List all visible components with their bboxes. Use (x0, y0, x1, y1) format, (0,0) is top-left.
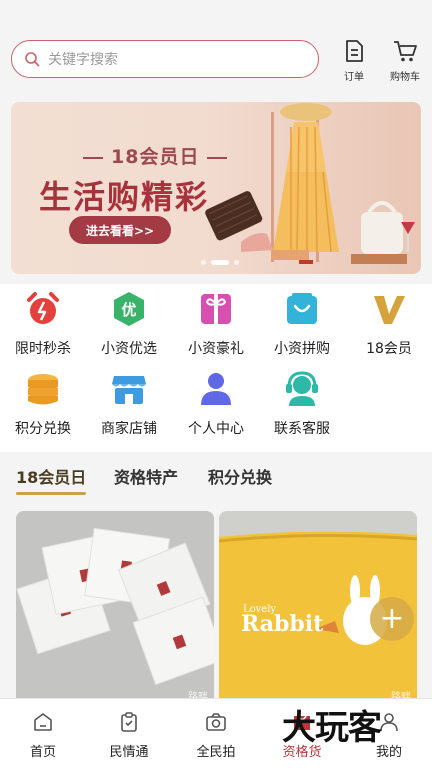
document-icon (346, 40, 363, 62)
search-input[interactable]: 关键字搜索 (11, 40, 319, 78)
tab-points-exchange[interactable]: 积分兑换 (208, 464, 272, 488)
v-icon (374, 296, 405, 324)
tabbar-label: 全民拍 (196, 745, 236, 760)
feature-personal-center[interactable]: 个人中心 (173, 366, 259, 446)
coins-icon (28, 374, 58, 405)
search-icon (25, 52, 40, 67)
you-badge-icon: 优 (114, 292, 144, 326)
shopping-bag-icon (287, 293, 317, 324)
alarm-clock-icon (27, 292, 59, 324)
promo-banner[interactable]: 18会员日 生活购精彩 进去看看>> (11, 102, 421, 274)
orders-button[interactable]: 订单 (331, 38, 377, 84)
product-card[interactable]: 路畔 (16, 511, 214, 711)
user-icon (380, 713, 398, 732)
store-icon (112, 376, 146, 404)
headset-icon (286, 371, 318, 406)
person-icon (201, 373, 231, 405)
cart-icon (394, 41, 417, 62)
cart-button[interactable]: 购物车 (382, 38, 428, 84)
pagination-dot (201, 260, 206, 265)
brand-title: Rabbit (241, 611, 324, 637)
feature-label: 小资豪礼 (188, 341, 244, 357)
feature-flash-sale[interactable]: 限时秒杀 (0, 286, 86, 366)
top-bar: 关键字搜索 订单 购物车 (0, 28, 432, 92)
brand-watermark: 大玩客 (282, 708, 382, 748)
camera-icon (206, 713, 226, 731)
tabbar-label: 首页 (29, 745, 56, 760)
cart-label: 购物车 (390, 72, 420, 83)
tabbar-photo-report[interactable]: 全民拍 (176, 711, 256, 760)
clipboard-icon (121, 712, 137, 732)
pagination-dot-active (211, 260, 229, 265)
gift-icon (201, 294, 231, 324)
banner-title: 生活购精彩 (39, 178, 210, 216)
feature-premium-select[interactable]: 优 小资优选 (86, 286, 172, 366)
product-image-sachets (16, 511, 214, 711)
feature-label: 积分兑换 (15, 421, 71, 437)
svg-text:优: 优 (121, 301, 136, 319)
tab-qualified-specialty[interactable]: 资格特产 (114, 464, 178, 488)
banner-pagination (201, 260, 239, 265)
tabbar-label: 民情通 (109, 745, 149, 760)
feature-customer-service[interactable]: 联系客服 (259, 366, 345, 446)
tabbar-home[interactable]: 首页 (3, 711, 83, 760)
tabbar-public-opinion[interactable]: 民情通 (89, 711, 169, 760)
feature-merchant-store[interactable]: 商家店铺 (86, 366, 172, 446)
feature-label: 商家店铺 (101, 421, 157, 437)
banner-enter-button[interactable]: 进去看看>> (69, 216, 171, 244)
add-floating-button[interactable]: + (370, 597, 414, 641)
banner-products-illustration (205, 103, 415, 264)
feature-label: 限时秒杀 (15, 341, 71, 357)
feature-18-member[interactable]: 18会员 (346, 286, 432, 366)
feature-label: 联系客服 (274, 421, 330, 437)
feature-luxury-gift[interactable]: 小资豪礼 (173, 286, 259, 366)
feature-label: 18会员 (366, 341, 412, 357)
feature-group-buy[interactable]: 小资拼购 (259, 286, 345, 366)
feature-points-exchange[interactable]: 积分兑换 (0, 366, 86, 446)
tab-18-member-day[interactable]: 18会员日 (16, 464, 87, 495)
category-tabs: 18会员日 资格特产 积分兑换 (0, 452, 432, 498)
feature-label: 小资优选 (101, 341, 157, 357)
pagination-dot (234, 260, 239, 265)
orders-label: 订单 (344, 72, 364, 83)
feature-grid: 限时秒杀 优 小资优选 小资豪礼 小资拼购 18会员 积分兑换 商家店铺 个人中… (0, 284, 432, 452)
home-icon (34, 713, 52, 731)
feature-label: 小资拼购 (274, 341, 330, 357)
feature-label: 个人中心 (188, 421, 244, 437)
search-placeholder: 关键字搜索 (48, 52, 118, 68)
